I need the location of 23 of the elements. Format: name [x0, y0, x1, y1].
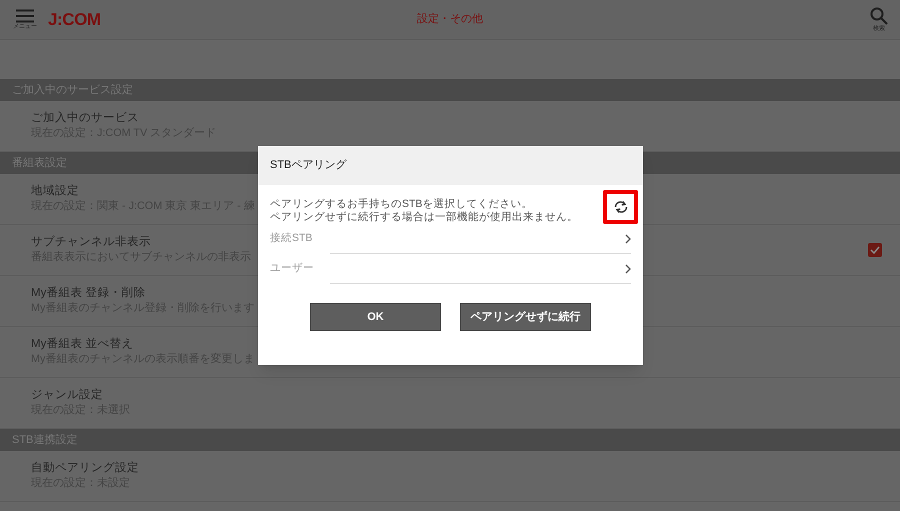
- picker-field[interactable]: ユーザー: [270, 254, 631, 284]
- dialog-button[interactable]: ペアリングせずに続行: [460, 303, 591, 331]
- dialog-message: ペアリングせずに続行する場合は一部機能が使用出来ません。: [270, 211, 578, 224]
- row-title: ご加入中のサービス: [31, 111, 140, 126]
- dialog-title: STBペアリング: [258, 146, 643, 185]
- row-title: ジャンル設定: [31, 388, 104, 403]
- logo: J:COM: [48, 8, 101, 31]
- row-title: My番組表 登録・削除: [31, 286, 147, 301]
- row-title: 自動ペアリング設定: [31, 461, 139, 476]
- row-title: 地域設定: [31, 184, 80, 199]
- picker-field[interactable]: 接続STB: [270, 224, 631, 254]
- row-title: サブチャンネル非表示: [31, 235, 152, 250]
- refresh-icon: [612, 200, 628, 214]
- refresh-button[interactable]: [603, 190, 638, 224]
- page-title: 設定・その他: [417, 12, 483, 28]
- chevron-right-icon: [625, 264, 631, 274]
- chevron-right-icon: [625, 234, 631, 244]
- checkbox[interactable]: [868, 243, 882, 257]
- search-icon: [870, 6, 888, 24]
- menu-icon: [15, 8, 35, 22]
- dialog-message: ペアリングするお手持ちのSTBを選択してください。: [270, 198, 534, 211]
- dialog-button[interactable]: OK: [310, 303, 441, 331]
- row-title: My番組表 並べ替え: [31, 337, 135, 352]
